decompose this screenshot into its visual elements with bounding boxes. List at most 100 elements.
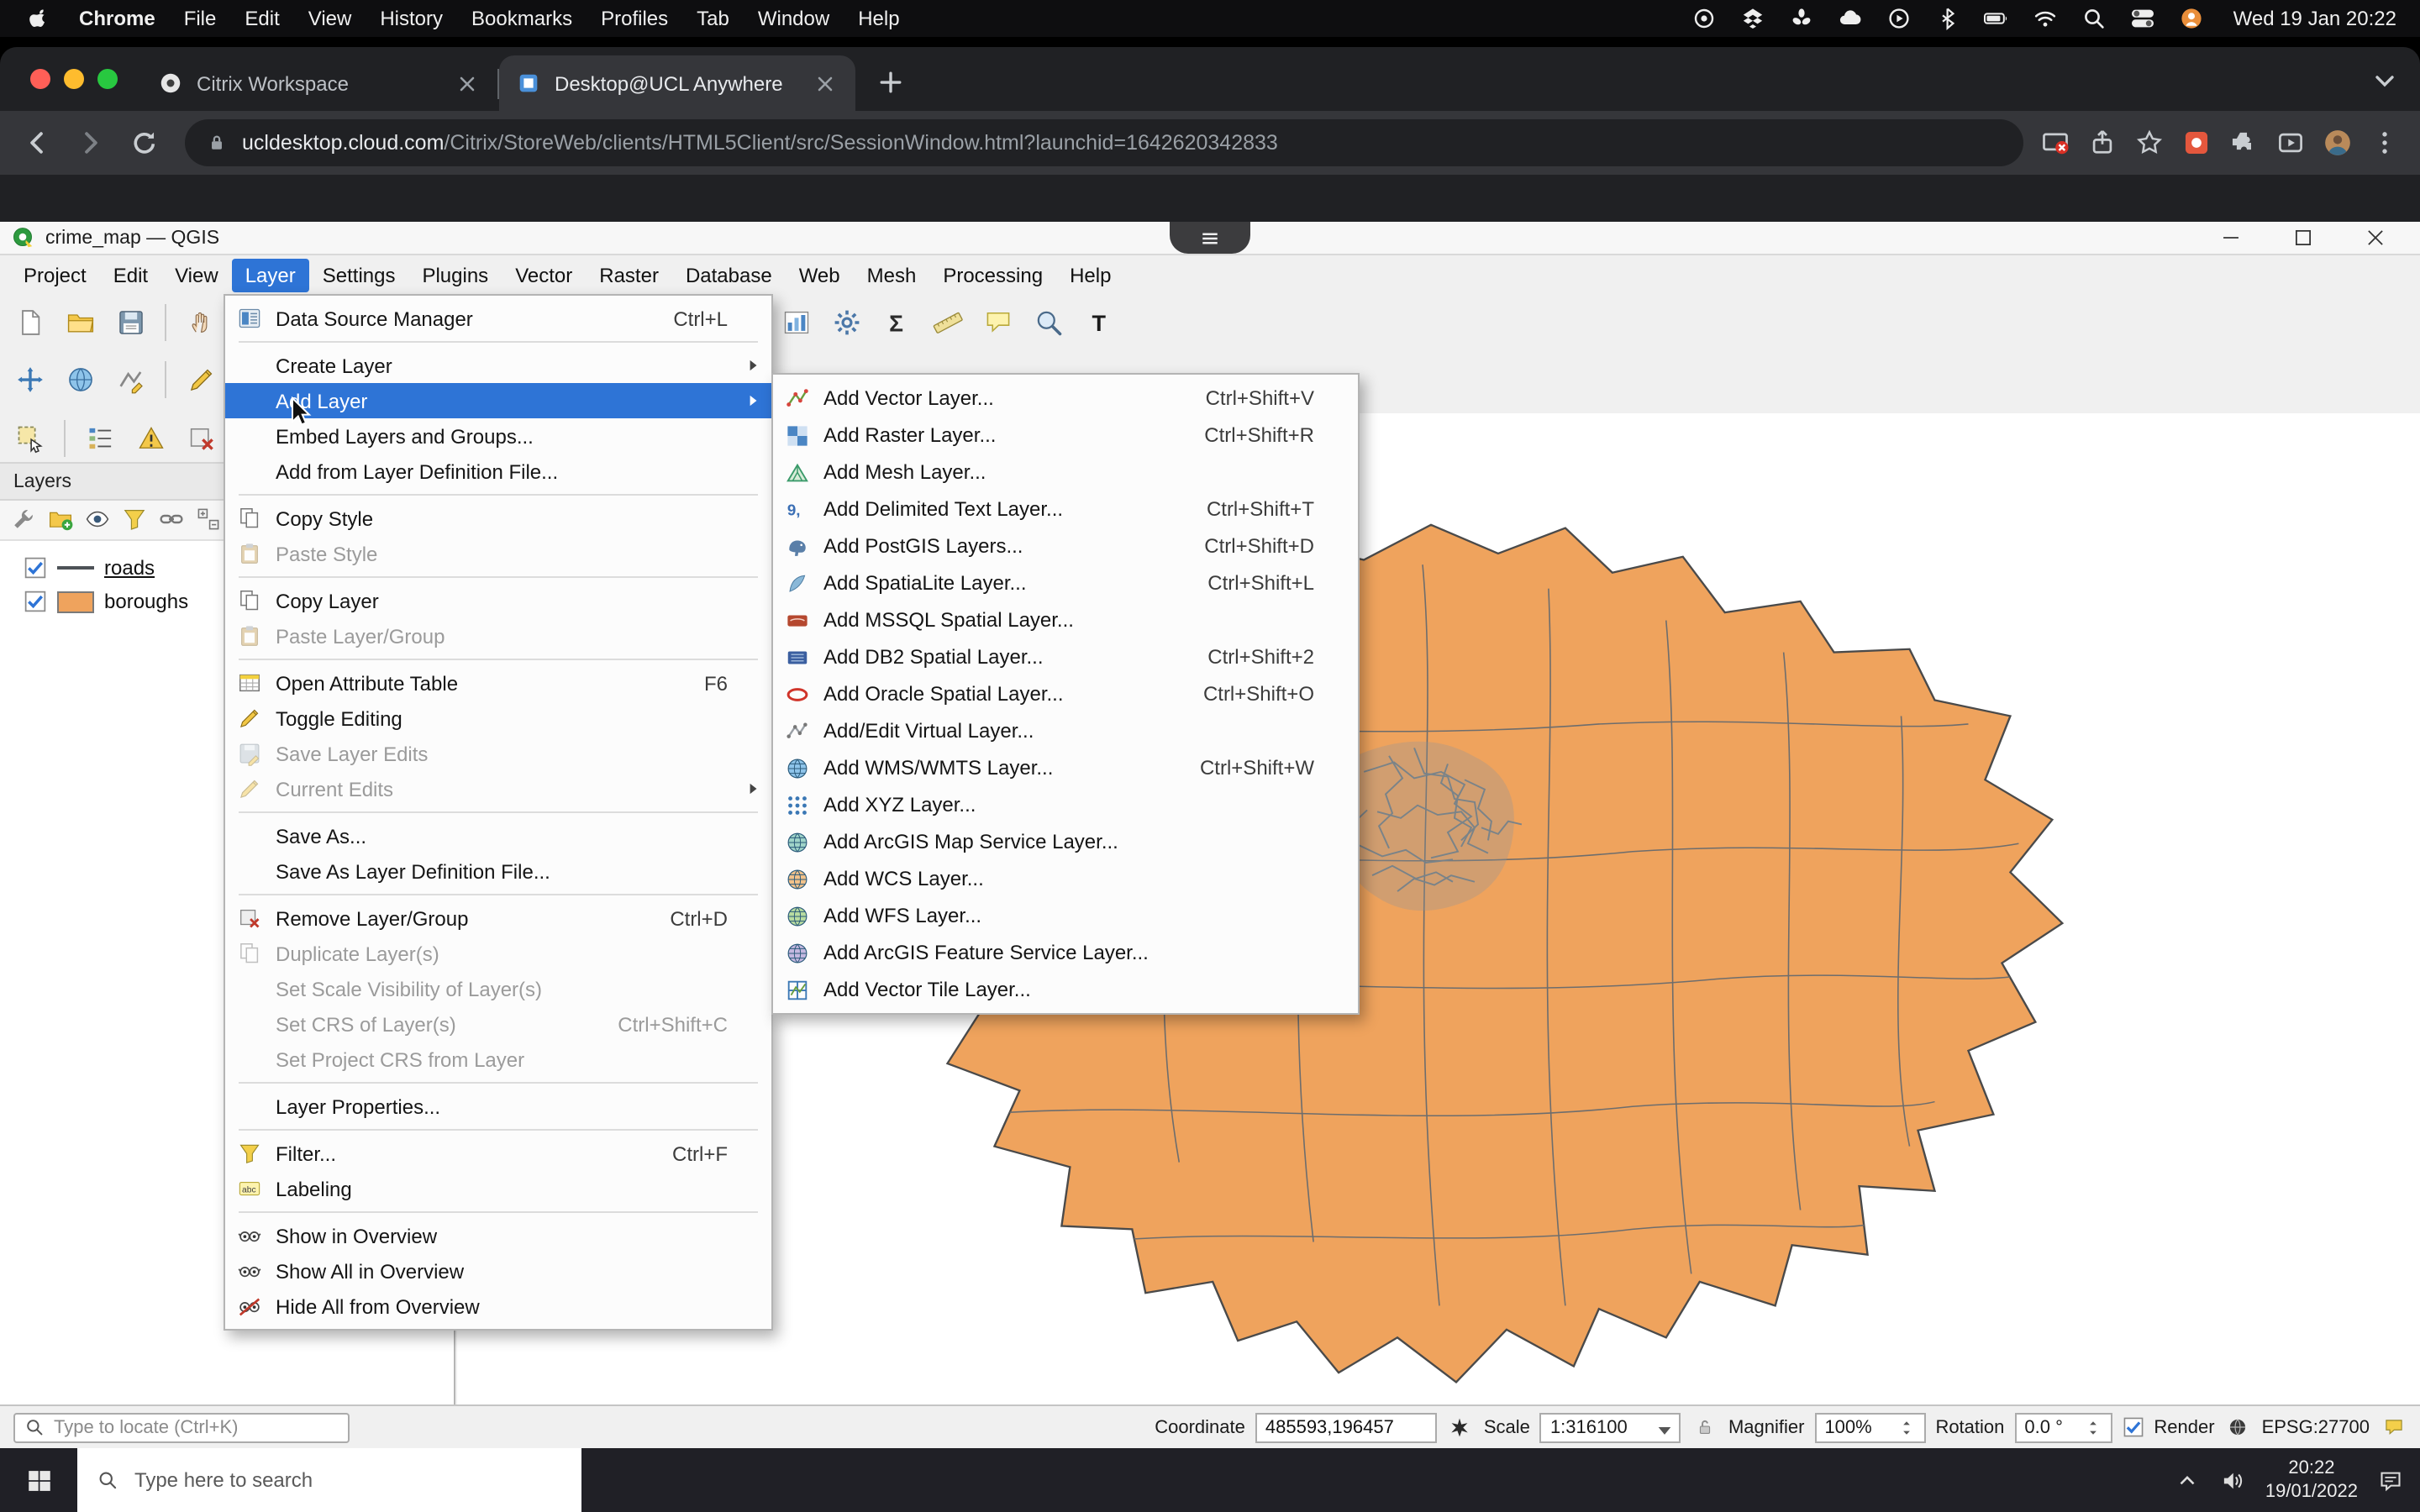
ruler-icon[interactable] xyxy=(924,300,970,345)
layer-name[interactable]: roads xyxy=(104,556,155,580)
qgis-menu-raster[interactable]: Raster xyxy=(586,258,672,291)
menu-item-duplicate-layer-s[interactable]: Duplicate Layer(s) xyxy=(225,936,771,971)
qgis-menu-project[interactable]: Project xyxy=(10,258,100,291)
menu-item-show-all-in-overview[interactable]: Show All in Overview xyxy=(225,1253,771,1289)
browser-tab-citrix-workspace[interactable]: Citrix Workspace xyxy=(141,55,497,111)
text-T-icon[interactable]: T xyxy=(1076,300,1121,345)
menubar-item-window[interactable]: Window xyxy=(758,7,829,30)
share-icon[interactable] xyxy=(2087,128,2118,158)
magnifier-spinner[interactable]: 100% xyxy=(1814,1412,1925,1442)
qgis-menu-view[interactable]: View xyxy=(161,258,232,291)
ext-red-icon[interactable] xyxy=(2181,128,2212,158)
forward-button[interactable] xyxy=(67,119,114,166)
globe-layers-icon[interactable] xyxy=(57,357,103,402)
menu-item-add-edit-virtual-layer[interactable]: Add/Edit Virtual Layer... xyxy=(773,712,1358,749)
taskbar-clock[interactable]: 20:22 19/01/2022 xyxy=(2265,1456,2358,1504)
menu-item-add-db2-spatial-layer[interactable]: Add DB2 Spatial Layer... Ctrl+Shift+2 xyxy=(773,638,1358,675)
zoom-window-button[interactable] xyxy=(97,69,118,89)
avatar-photo-icon[interactable] xyxy=(2323,128,2353,158)
layer-checkbox[interactable] xyxy=(24,556,47,580)
menu-item-labeling[interactable]: abc Labeling xyxy=(225,1171,771,1206)
menu-item-filter[interactable]: Filter... Ctrl+F xyxy=(225,1136,771,1171)
menu-item-add-from-layer-definition-file[interactable]: Add from Layer Definition File... xyxy=(225,454,771,489)
maximize-button[interactable] xyxy=(2292,227,2314,249)
crs-globe-icon[interactable] xyxy=(2225,1414,2252,1441)
add-group-icon[interactable] xyxy=(47,505,77,535)
menubar-item-view[interactable]: View xyxy=(308,7,352,30)
new-tab-button[interactable] xyxy=(869,60,913,104)
puzzle-icon[interactable] xyxy=(2228,128,2259,158)
remove-red-icon[interactable] xyxy=(178,415,224,460)
qgis-menu-processing[interactable]: Processing xyxy=(929,258,1056,291)
menubar-item-help[interactable]: Help xyxy=(858,7,899,30)
funnel-icon[interactable] xyxy=(121,505,151,535)
coordinate-field[interactable]: 485593,196457 xyxy=(1255,1412,1437,1442)
menu-item-add-wfs-layer[interactable]: Add WFS Layer... xyxy=(773,897,1358,934)
close-window-button[interactable] xyxy=(30,69,50,89)
move-cross-icon[interactable] xyxy=(7,357,52,402)
fan-icon[interactable] xyxy=(1788,5,1815,32)
start-button[interactable] xyxy=(0,1448,77,1512)
menubar-item-history[interactable]: History xyxy=(380,7,443,30)
back-button[interactable] xyxy=(13,119,60,166)
menu-item-add-mesh-layer[interactable]: Add Mesh Layer... xyxy=(773,454,1358,491)
citrix-toolbar-handle[interactable] xyxy=(1170,222,1250,254)
menu-item-add-wms-wmts-layer[interactable]: Add WMS/WMTS Layer... Ctrl+Shift+W xyxy=(773,749,1358,786)
qgis-menu-settings[interactable]: Settings xyxy=(309,258,409,291)
link-icon[interactable] xyxy=(158,505,188,535)
menu-item-hide-all-from-overview[interactable]: Hide All from Overview xyxy=(225,1289,771,1324)
scale-combo[interactable]: 1:316100 xyxy=(1540,1412,1681,1442)
media-icon[interactable] xyxy=(2275,128,2306,158)
menu-item-add-spatialite-layer[interactable]: Add SpatiaLite Layer... Ctrl+Shift+L xyxy=(773,564,1358,601)
menu-item-add-arcgis-map-service-layer[interactable]: Add ArcGIS Map Service Layer... xyxy=(773,823,1358,860)
search-icon[interactable] xyxy=(2081,5,2107,32)
kebab-icon[interactable] xyxy=(2370,128,2400,158)
zoom-small-icon[interactable] xyxy=(1025,300,1071,345)
menu-item-show-in-overview[interactable]: Show in Overview xyxy=(225,1218,771,1253)
dropbox-icon[interactable] xyxy=(1739,5,1766,32)
qgis-menu-plugins[interactable]: Plugins xyxy=(408,258,502,291)
control-center-icon[interactable] xyxy=(2129,5,2156,32)
menu-item-add-raster-layer[interactable]: Add Raster Layer... Ctrl+Shift+R xyxy=(773,417,1358,454)
menu-item-add-postgis-layers[interactable]: Add PostGIS Layers... Ctrl+Shift+D xyxy=(773,528,1358,564)
layers-tree-icon[interactable] xyxy=(77,415,123,460)
menu-item-set-crs-of-layer-s[interactable]: Set CRS of Layer(s) Ctrl+Shift+C xyxy=(225,1006,771,1042)
menu-item-save-as[interactable]: Save As... xyxy=(225,818,771,853)
qgis-menu-web[interactable]: Web xyxy=(786,258,854,291)
apple-icon[interactable] xyxy=(24,5,50,32)
chevron-up-icon[interactable] xyxy=(2175,1467,2200,1493)
locate-input[interactable]: Type to locate (Ctrl+K) xyxy=(13,1412,350,1442)
gear-icon[interactable] xyxy=(823,300,869,345)
vector-edit-icon[interactable] xyxy=(108,357,153,402)
qgis-menu-vector[interactable]: Vector xyxy=(502,258,586,291)
menubar-item-edit[interactable]: Edit xyxy=(245,7,279,30)
tab-search-button[interactable] xyxy=(2363,59,2407,102)
cast-stop-icon[interactable] xyxy=(2040,128,2070,158)
star-icon[interactable] xyxy=(2134,128,2165,158)
menu-item-open-attribute-table[interactable]: Open Attribute Table F6 xyxy=(225,665,771,701)
menubar-item-tab[interactable]: Tab xyxy=(697,7,729,30)
select-rect-icon[interactable] xyxy=(7,415,52,460)
wifi-icon[interactable] xyxy=(2032,5,2059,32)
cloud-icon[interactable] xyxy=(1837,5,1864,32)
menubar-item-file[interactable]: File xyxy=(184,7,217,30)
menu-item-copy-style[interactable]: Copy Style xyxy=(225,501,771,536)
lock-open-icon[interactable] xyxy=(1691,1414,1718,1441)
qgis-menu-edit[interactable]: Edit xyxy=(100,258,161,291)
menubar-item-profiles[interactable]: Profiles xyxy=(601,7,668,30)
rotation-spinner[interactable]: 0.0 ° xyxy=(2014,1412,2112,1442)
wrench-icon[interactable] xyxy=(10,505,40,535)
pencil-icon[interactable] xyxy=(178,357,224,402)
qgis-menu-mesh[interactable]: Mesh xyxy=(854,258,930,291)
open-folder-icon[interactable] xyxy=(57,300,103,345)
menu-item-add-xyz-layer[interactable]: Add XYZ Layer... xyxy=(773,786,1358,823)
crs-value[interactable]: EPSG:27700 xyxy=(2262,1417,2370,1437)
menu-item-current-edits[interactable]: Current Edits xyxy=(225,771,771,806)
pan-icon[interactable] xyxy=(178,300,224,345)
menu-item-remove-layer-group[interactable]: Remove Layer/Group Ctrl+D xyxy=(225,900,771,936)
close-icon[interactable] xyxy=(454,70,481,97)
close-icon[interactable] xyxy=(812,70,839,97)
menu-item-add-delimited-text-layer[interactable]: 9, Add Delimited Text Layer... Ctrl+Shif… xyxy=(773,491,1358,528)
layer-name[interactable]: boroughs xyxy=(104,590,188,613)
qgis-menu-layer[interactable]: Layer xyxy=(232,258,309,291)
